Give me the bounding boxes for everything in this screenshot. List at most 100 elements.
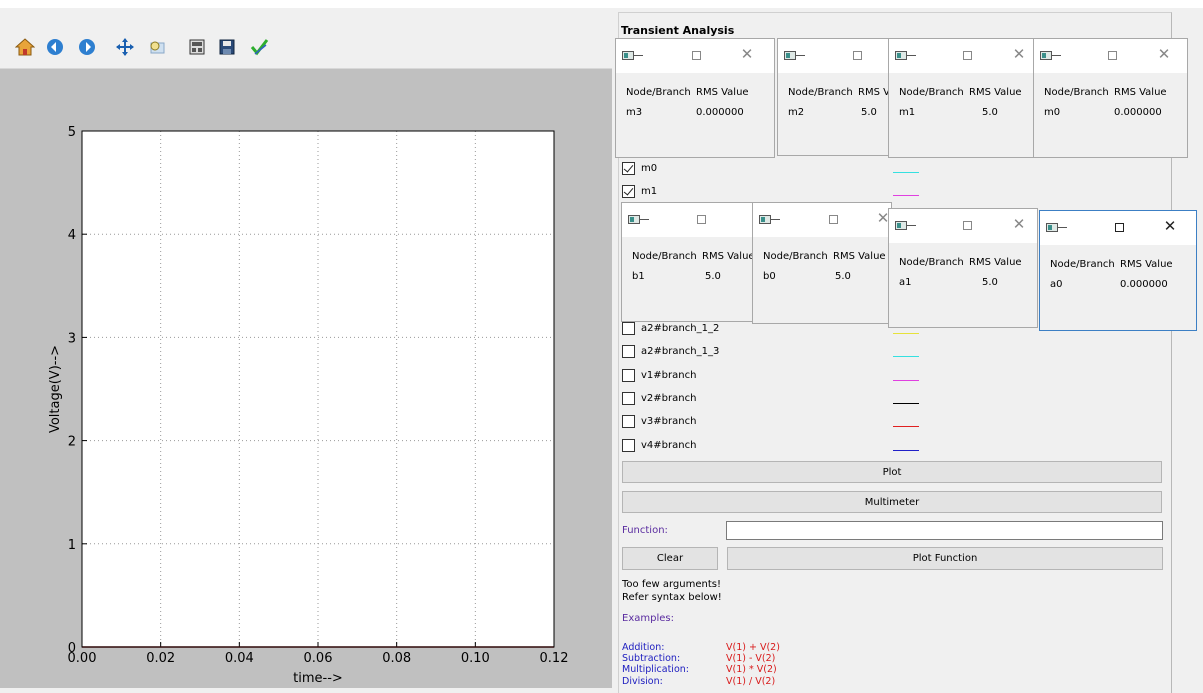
example-expression: V(1) + V(2)	[726, 642, 780, 653]
maximize-icon[interactable]	[697, 215, 706, 224]
multimeter-button[interactable]: Multimeter	[622, 491, 1162, 513]
window-content	[1040, 245, 1196, 330]
rms-value: 5.0	[861, 107, 877, 118]
y-axis-label: Voltage(V)-->	[48, 345, 63, 433]
error-message: Too few arguments!	[622, 579, 721, 590]
app-icon	[784, 51, 805, 60]
rms-value-header: RMS Value	[1120, 259, 1173, 270]
rms-value-header: RMS Value	[969, 87, 1022, 98]
close-icon[interactable]: ✕	[1009, 214, 1029, 234]
x-tick-label: 0.08	[382, 651, 411, 666]
multimeter-window-a0[interactable]: ✕ Node/Branch RMS Value a0 0.000000	[1039, 210, 1197, 331]
window-titlebar[interactable]	[622, 203, 755, 237]
checkbox[interactable]	[622, 368, 635, 382]
node-name: b1	[632, 271, 645, 282]
y-tick-label: 4	[68, 228, 76, 243]
node-branch-header: Node/Branch	[763, 251, 828, 262]
x-tick-label: 0.02	[146, 651, 175, 666]
color-swatch	[893, 172, 919, 173]
rms-value-header: RMS Value	[702, 251, 755, 262]
color-swatch	[893, 333, 919, 334]
node-branch-header: Node/Branch	[626, 87, 691, 98]
multimeter-window-m2[interactable]: Node/Branch RMS V m2 5.0	[777, 38, 897, 156]
checkbox[interactable]	[622, 391, 635, 405]
close-icon[interactable]: ✕	[1160, 216, 1180, 236]
rms-value-header: RMS V	[858, 87, 890, 98]
rms-value-header: RMS Value	[696, 87, 749, 98]
close-icon[interactable]: ✕	[1154, 44, 1174, 64]
maximize-icon[interactable]	[963, 51, 972, 60]
checkbox-row-v2-branch[interactable]: v2#branch	[622, 389, 696, 407]
app-icon	[895, 221, 916, 230]
example-expression: V(1) * V(2)	[726, 664, 777, 675]
checkbox-label: m0	[641, 162, 658, 174]
checkbox[interactable]	[622, 344, 635, 358]
function-input[interactable]	[726, 521, 1163, 540]
y-tick-label: 1	[68, 538, 76, 553]
color-swatch	[893, 450, 919, 451]
rms-value: 0.000000	[696, 107, 744, 118]
x-axis-label: time-->	[293, 671, 343, 686]
checkbox-row-m0[interactable]: m0	[622, 159, 657, 177]
node-branch-header: Node/Branch	[788, 87, 853, 98]
example-name: Multiplication:	[622, 664, 689, 675]
app-icon	[895, 51, 916, 60]
y-tick-label: 0	[68, 641, 76, 656]
multimeter-window-m0[interactable]: ✕ Node/Branch RMS Value m0 0.000000	[1033, 38, 1188, 158]
checkbox-row-v1-branch[interactable]: v1#branch	[622, 366, 696, 384]
node-name: a1	[899, 277, 912, 288]
close-icon[interactable]: ✕	[737, 44, 757, 64]
examples-title: Examples:	[622, 613, 674, 624]
color-swatch	[893, 356, 919, 357]
checkbox-row-m1[interactable]: m1	[622, 182, 657, 200]
color-swatch	[893, 426, 919, 427]
maximize-icon[interactable]	[1115, 223, 1124, 232]
node-branch-header: Node/Branch	[632, 251, 697, 262]
error-message-hint: Refer syntax below!	[622, 592, 722, 603]
example-row: Multiplication: V(1) * V(2)	[622, 664, 777, 675]
panel-title: Transient Analysis	[621, 24, 735, 37]
rms-value: 0.000000	[1120, 279, 1168, 290]
maximize-icon[interactable]	[853, 51, 862, 60]
checkbox-row-v3-branch[interactable]: v3#branch	[622, 412, 696, 430]
multimeter-window-b1[interactable]: Node/Branch RMS Value b1 5.0	[621, 202, 756, 322]
node-name: b0	[763, 271, 776, 282]
plot-function-button[interactable]: Plot Function	[727, 547, 1163, 570]
example-row: Division: V(1) / V(2)	[622, 676, 775, 688]
checkbox-label: v4#branch	[641, 439, 697, 451]
multimeter-window-b0[interactable]: ✕ Node/Branch RMS Value b0 5.0	[752, 202, 892, 324]
checkbox-label: v1#branch	[641, 369, 697, 381]
function-label: Function:	[622, 525, 668, 536]
checkbox[interactable]	[622, 184, 635, 198]
plot-button[interactable]: Plot	[622, 461, 1162, 483]
checkbox[interactable]	[622, 438, 635, 452]
node-branch-header: Node/Branch	[1044, 87, 1109, 98]
node-name: m1	[899, 107, 916, 118]
node-name: m2	[788, 107, 805, 118]
window-titlebar[interactable]	[753, 203, 891, 237]
node-branch-header: Node/Branch	[899, 257, 964, 268]
maximize-icon[interactable]	[692, 51, 701, 60]
checkbox-row-v4-branch[interactable]: v4#branch	[622, 436, 696, 454]
app-icon	[622, 51, 643, 60]
checkbox-label: v3#branch	[641, 415, 697, 427]
clear-button[interactable]: Clear	[622, 547, 718, 570]
checkbox[interactable]	[622, 161, 635, 175]
rms-value-header: RMS Value	[1114, 87, 1167, 98]
maximize-icon[interactable]	[829, 215, 838, 224]
rms-value: 5.0	[705, 271, 721, 282]
rms-value: 5.0	[982, 277, 998, 288]
checkbox-row-a2-branch-1-3[interactable]: a2#branch_1_3	[622, 342, 719, 360]
maximize-icon[interactable]	[963, 221, 972, 230]
close-icon[interactable]: ✕	[1009, 44, 1029, 64]
multimeter-window-m1[interactable]: ✕ Node/Branch RMS Value m1 5.0	[888, 38, 1038, 158]
checkbox[interactable]	[622, 321, 635, 335]
app-icon	[1046, 223, 1067, 232]
checkbox-label: v2#branch	[641, 392, 697, 404]
maximize-icon[interactable]	[1108, 51, 1117, 60]
multimeter-window-m3[interactable]: ✕ Node/Branch RMS Value m3 0.000000	[615, 38, 775, 158]
example-expression: V(1) / V(2)	[726, 676, 776, 687]
node-name: a0	[1050, 279, 1063, 290]
checkbox[interactable]	[622, 414, 635, 428]
multimeter-window-a1[interactable]: ✕ Node/Branch RMS Value a1 5.0	[888, 208, 1038, 328]
